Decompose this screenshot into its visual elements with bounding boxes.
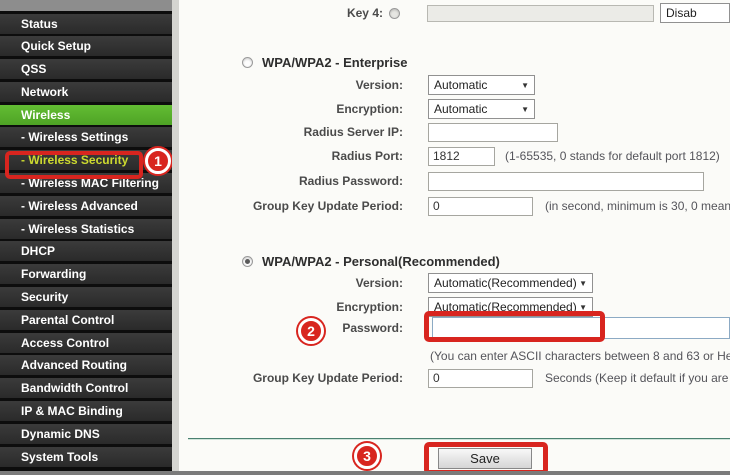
radius-password-input[interactable] [428,172,704,191]
wpa-enterprise-heading-row: WPA/WPA2 - Enterprise [179,51,730,73]
radius-password-label: Radius Password: [179,174,403,188]
wifi-password-input[interactable] [432,317,730,339]
sidebar-menu: Status Quick Setup QSS Network Wireless … [0,11,172,467]
screenshot-bottom-edge [0,471,730,475]
sidebar-content-divider [172,0,179,475]
sidebar-item-status[interactable]: Status [0,14,172,34]
personal-gkup-input[interactable] [428,369,533,388]
key4-label: Key 4: [179,6,383,20]
personal-gkup-note: Seconds (Keep it default if you are no [545,371,730,385]
sidebar-item-quick-setup[interactable]: Quick Setup [0,36,172,56]
chevron-down-icon: ▼ [521,105,529,114]
personal-version-label: Version: [179,276,403,290]
radius-port-input[interactable] [428,147,495,166]
wpa-personal-radio[interactable] [242,256,253,267]
sidebar-item-wireless-settings[interactable]: - Wireless Settings [0,127,172,147]
radius-port-note: (1-65535, 0 stands for default port 1812… [505,149,720,163]
radius-port-label: Radius Port: [179,149,403,163]
personal-encryption-row: Encryption: Automatic(Recommended) ▼ [179,296,730,318]
enterprise-gkup-input[interactable] [428,197,533,216]
password-note-row: (You can enter ASCII characters between … [179,345,730,367]
sidebar-item-wireless[interactable]: Wireless [0,105,172,125]
personal-password-label: Password: [179,321,403,335]
key4-input[interactable] [427,5,654,22]
sidebar-item-system-tools[interactable]: System Tools [0,447,172,467]
chevron-down-icon: ▼ [579,279,587,288]
sidebar-item-ip-mac-binding[interactable]: IP & MAC Binding [0,401,172,421]
sidebar-item-wireless-advanced[interactable]: - Wireless Advanced [0,196,172,216]
wireless-security-form: Key 4: Disab WPA/WPA2 - Enterprise Versi… [179,0,730,475]
personal-version-value: Automatic(Recommended) [434,276,577,290]
wpa-enterprise-heading: WPA/WPA2 - Enterprise [262,55,407,70]
enterprise-gkup-row: Group Key Update Period: (in second, min… [179,195,730,217]
sidebar-item-dynamic-dns[interactable]: Dynamic DNS [0,424,172,444]
sidebar-item-bandwidth-control[interactable]: Bandwidth Control [0,378,172,398]
radius-ip-row: Radius Server IP: [179,121,730,143]
sidebar-item-qss[interactable]: QSS [0,59,172,79]
key4-type-select[interactable]: Disab [660,3,730,23]
personal-encryption-select[interactable]: Automatic(Recommended) ▼ [428,297,593,317]
enterprise-version-value: Automatic [434,78,487,92]
enterprise-encryption-select[interactable]: Automatic ▼ [428,99,535,119]
footer-divider [188,438,730,440]
annotation-step-3-badge: 3 [354,443,380,469]
key4-row: Key 4: Disab [179,2,730,24]
sidebar-top-strip [0,0,172,11]
sidebar-item-wireless-mac-filtering[interactable]: - Wireless MAC Filtering [0,173,172,193]
personal-gkup-label: Group Key Update Period: [179,371,403,385]
personal-version-row: Version: Automatic(Recommended) ▼ [179,272,730,294]
personal-encryption-label: Encryption: [179,300,403,314]
annotation-step-1-badge: 1 [145,148,171,174]
sidebar-item-wireless-statistics[interactable]: - Wireless Statistics [0,219,172,239]
radius-ip-input[interactable] [428,123,558,142]
sidebar-item-access-control[interactable]: Access Control [0,333,172,353]
enterprise-encryption-label: Encryption: [179,102,403,116]
sidebar-item-advanced-routing[interactable]: Advanced Routing [0,355,172,375]
sidebar-item-network[interactable]: Network [0,82,172,102]
radius-ip-label: Radius Server IP: [179,125,403,139]
enterprise-gkup-note: (in second, minimum is 30, 0 means n [545,199,730,213]
enterprise-gkup-label: Group Key Update Period: [179,199,403,213]
key4-type-value: Disab [666,6,697,20]
sidebar-item-forwarding[interactable]: Forwarding [0,264,172,284]
wpa-personal-heading: WPA/WPA2 - Personal(Recommended) [262,254,500,269]
radius-port-row: Radius Port: (1-65535, 0 stands for defa… [179,145,730,167]
sidebar-nav: Status Quick Setup QSS Network Wireless … [0,0,172,475]
personal-password-row: Password: [179,316,730,340]
sidebar-item-parental-control[interactable]: Parental Control [0,310,172,330]
personal-version-select[interactable]: Automatic(Recommended) ▼ [428,273,593,293]
enterprise-version-select[interactable]: Automatic ▼ [428,75,535,95]
annotation-step-2-badge: 2 [298,318,324,344]
personal-encryption-value: Automatic(Recommended) [434,300,577,314]
wpa-personal-heading-row: WPA/WPA2 - Personal(Recommended) [179,250,730,272]
key4-radio[interactable] [389,8,400,19]
enterprise-encryption-row: Encryption: Automatic ▼ [179,98,730,120]
personal-gkup-row: Group Key Update Period: Seconds (Keep i… [179,367,730,389]
sidebar-item-security[interactable]: Security [0,287,172,307]
chevron-down-icon: ▼ [579,303,587,312]
save-button[interactable]: Save [438,448,532,469]
wpa-enterprise-radio[interactable] [242,57,253,68]
chevron-down-icon: ▼ [521,81,529,90]
enterprise-version-label: Version: [179,78,403,92]
enterprise-version-row: Version: Automatic ▼ [179,74,730,96]
sidebar-item-dhcp[interactable]: DHCP [0,241,172,261]
password-note: (You can enter ASCII characters between … [430,349,730,363]
enterprise-encryption-value: Automatic [434,102,487,116]
radius-password-row: Radius Password: [179,170,730,192]
